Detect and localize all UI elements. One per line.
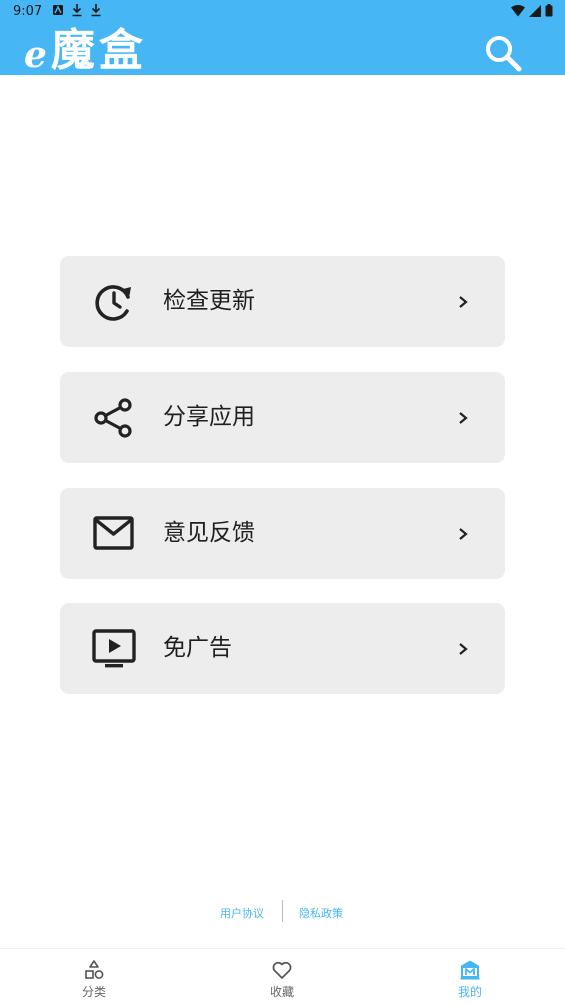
notification-icons [52, 3, 102, 17]
wifi-icon [511, 4, 525, 16]
heart-icon [272, 961, 292, 979]
system-status-icons [511, 4, 553, 17]
chevron-right-icon [459, 528, 468, 540]
menu-item-label: 分享应用 [163, 404, 255, 430]
search-button[interactable] [482, 32, 524, 74]
download-icon [72, 4, 82, 17]
tv-play-icon [92, 629, 136, 668]
tab-mine[interactable]: 我的 [420, 949, 520, 1005]
battery-icon [545, 4, 553, 17]
menu-item-feedback[interactable]: 意见反馈 [60, 488, 505, 579]
mail-icon [93, 516, 134, 550]
app-header: 9:07 e 魔盒 [0, 0, 565, 77]
tab-favorites[interactable]: 收藏 [232, 949, 332, 1005]
search-icon [486, 36, 522, 72]
app-logo: e 魔盒 [24, 24, 147, 77]
user-agreement-link[interactable]: 用户协议 [220, 905, 264, 921]
privacy-policy-link[interactable]: 隐私政策 [299, 905, 343, 921]
tab-label: 我的 [457, 985, 482, 999]
footer-links: 用户协议 隐私政策 [0, 898, 565, 926]
menu-item-check-update[interactable]: 检查更新 [60, 256, 505, 347]
menu-item-label: 检查更新 [163, 288, 255, 314]
menu-item-ad-free[interactable]: 免广告 [60, 603, 505, 694]
chevron-right-icon [459, 643, 468, 655]
tab-label: 收藏 [269, 985, 294, 999]
footer-divider [282, 900, 283, 922]
logo-letter: e [24, 34, 47, 76]
chevron-right-icon [459, 412, 468, 424]
notification-app-icon [53, 5, 63, 15]
menu-item-share-app[interactable]: 分享应用 [60, 372, 505, 463]
signal-icon [529, 4, 541, 17]
tab-label: 分类 [81, 985, 106, 999]
menu-item-label: 意见反馈 [163, 520, 255, 546]
logo-text: 魔盒 [50, 25, 147, 76]
status-bar: 9:07 [0, 0, 565, 24]
share-icon [94, 398, 132, 438]
mine-bank-icon [460, 960, 480, 980]
update-clock-icon [95, 285, 131, 321]
download-icon [91, 4, 101, 17]
chevron-right-icon [459, 296, 468, 308]
menu-item-label: 免广告 [163, 635, 232, 661]
status-time: 9:07 [13, 4, 43, 19]
category-shapes-icon [85, 960, 104, 979]
tab-category[interactable]: 分类 [44, 949, 144, 1005]
bottom-nav: 分类 收藏 我的 [0, 948, 565, 1005]
